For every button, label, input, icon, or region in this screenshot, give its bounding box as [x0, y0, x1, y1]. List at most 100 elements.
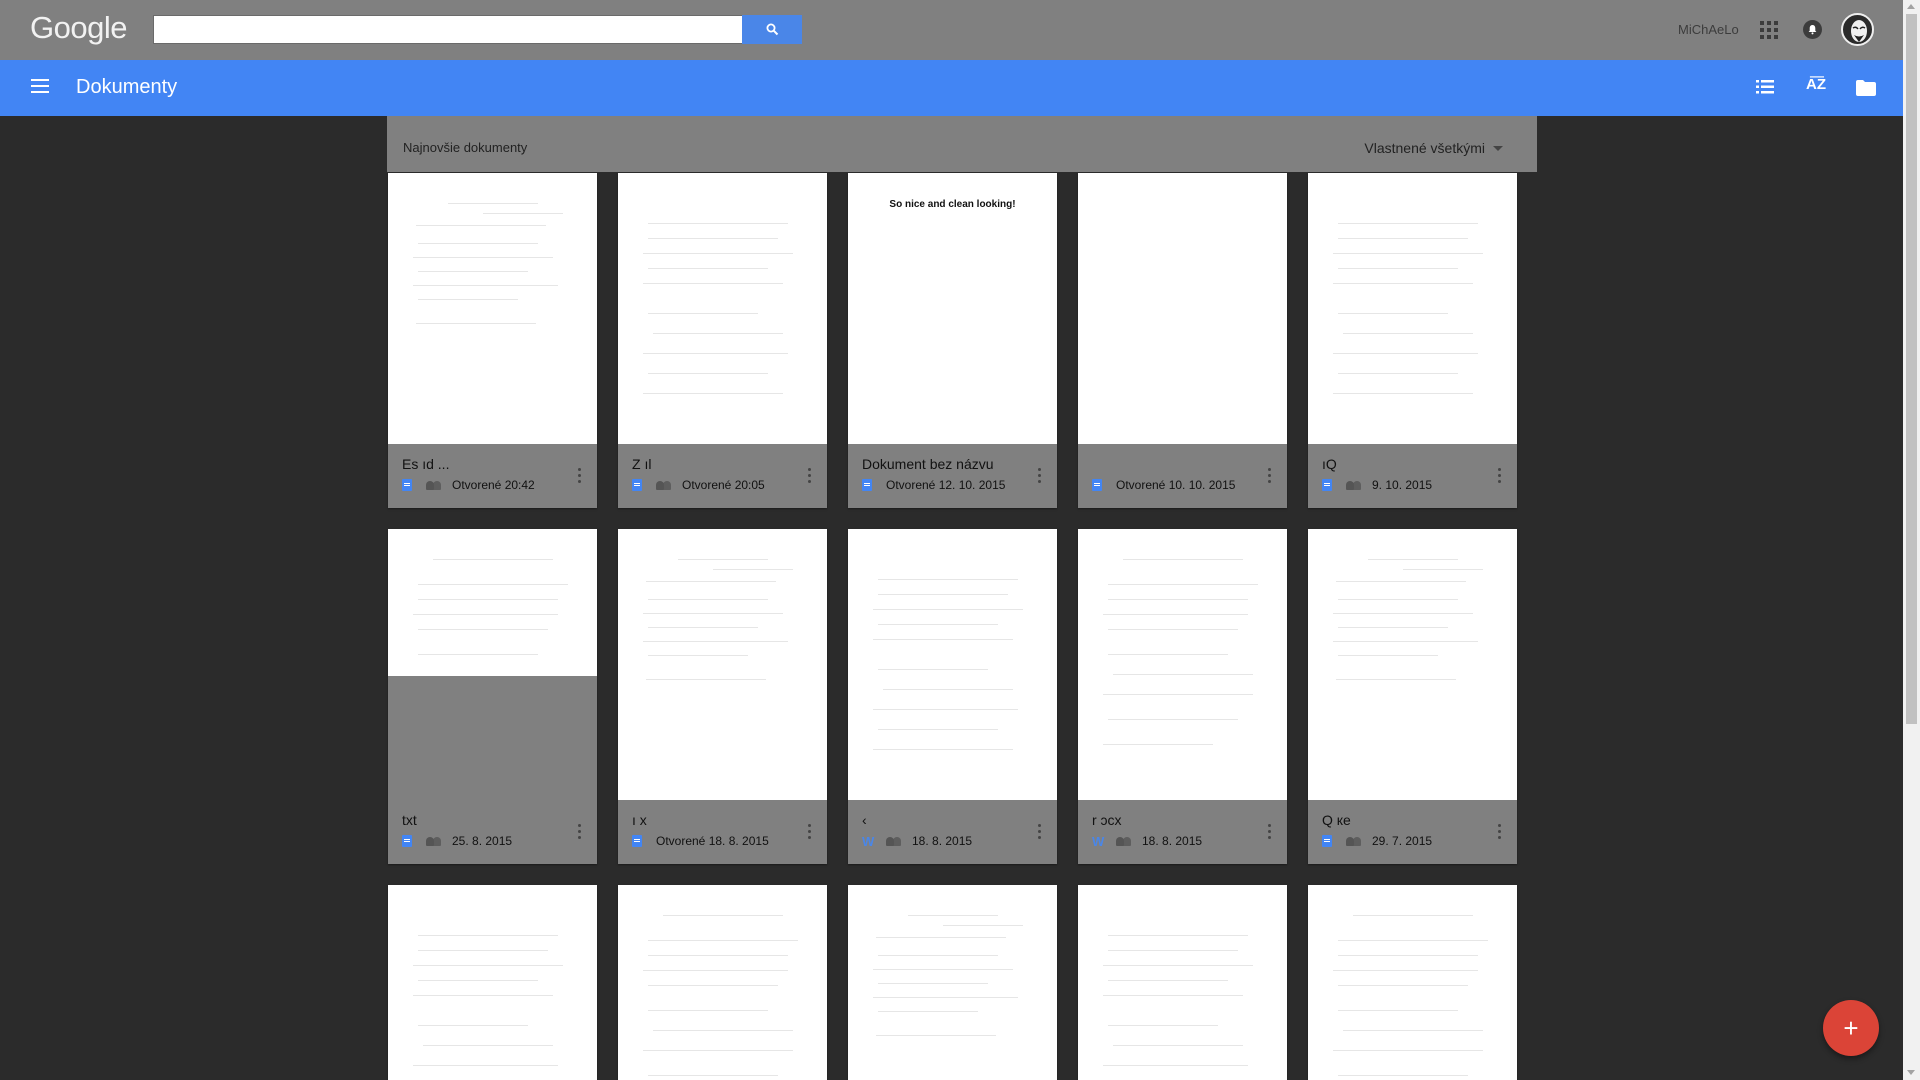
vertical-scrollbar[interactable] — [1903, 0, 1920, 1080]
thumbnail-text-line — [418, 935, 558, 936]
google-logo[interactable]: Google — [30, 10, 127, 46]
document-title[interactable]: txt — [402, 812, 562, 828]
document-card[interactable] — [618, 885, 827, 1080]
document-title[interactable]: ‹ — [862, 812, 1022, 828]
document-thumbnail[interactable] — [618, 529, 827, 800]
thumbnail-text-line — [1403, 569, 1483, 570]
thumbnail-text-line — [1113, 1045, 1243, 1046]
new-document-button[interactable]: + — [1823, 1000, 1879, 1056]
document-thumbnail[interactable] — [848, 885, 1057, 1080]
document-thumbnail[interactable] — [388, 529, 597, 676]
shared-people-icon — [1346, 480, 1362, 490]
document-card[interactable]: txt 25. 8. 2015 — [388, 529, 597, 864]
shared-people-icon — [426, 836, 442, 846]
document-card[interactable]: Q ке 29. 7. 2015 — [1308, 529, 1517, 864]
thumbnail-text-line — [416, 323, 536, 324]
more-options-icon[interactable] — [1268, 824, 1271, 839]
more-options-icon[interactable] — [578, 824, 581, 839]
thumbnail-text-line — [1338, 599, 1458, 600]
thumbnail-text-line — [1108, 1025, 1218, 1026]
owner-filter-dropdown[interactable]: Vlastnené všetkými — [1364, 140, 1503, 156]
thumbnail-text-line — [1333, 970, 1478, 971]
document-title[interactable]: r ɔcx — [1092, 812, 1252, 828]
thumbnail-text-line — [413, 995, 553, 996]
document-card[interactable] — [848, 885, 1057, 1080]
page-title: Dokumenty — [76, 76, 178, 98]
document-title[interactable]: Q ке — [1322, 812, 1482, 828]
search-input[interactable] — [153, 15, 743, 44]
document-card[interactable]: Otvorené 10. 10. 2015 — [1078, 173, 1287, 508]
document-meta: Otvorené 18. 8. 2015 — [632, 834, 769, 848]
document-card[interactable]: So nice and clean looking! Dokument bez n… — [848, 173, 1057, 508]
document-card[interactable]: ıQ 9. 10. 2015 — [1308, 173, 1517, 508]
document-title[interactable]: Dokument bez názvu — [862, 456, 1022, 472]
thumbnail-text-line — [878, 983, 988, 984]
thumbnail-text-line — [873, 969, 1013, 970]
thumbnail-text-line — [1333, 641, 1478, 642]
avatar[interactable] — [1841, 13, 1874, 46]
more-options-icon[interactable] — [808, 468, 811, 483]
document-card[interactable]: Es ıd ... Otvorené 20:42 — [388, 173, 597, 508]
thumbnail-text-line — [1336, 679, 1456, 680]
list-view-icon[interactable] — [1756, 80, 1774, 94]
more-options-icon[interactable] — [1268, 468, 1271, 483]
thumbnail-text-line — [1338, 268, 1458, 269]
scroll-thumb[interactable] — [1906, 14, 1917, 724]
more-options-icon[interactable] — [1498, 824, 1501, 839]
search-button[interactable] — [742, 15, 802, 44]
word-file-icon: W — [1092, 833, 1105, 849]
more-options-icon[interactable] — [1038, 824, 1041, 839]
thumbnail-text-line — [1123, 559, 1243, 560]
thumbnail-text-line — [873, 749, 1013, 750]
thumbnail-text-line — [1338, 1010, 1458, 1011]
document-title[interactable]: ıQ — [1322, 456, 1482, 472]
document-thumbnail[interactable] — [1308, 529, 1517, 800]
document-thumbnail[interactable] — [618, 173, 827, 444]
thumbnail-text-line — [653, 1030, 793, 1031]
hamburger-menu-icon[interactable] — [31, 79, 49, 93]
document-card[interactable]: r ɔcx W 18. 8. 2015 — [1078, 529, 1287, 864]
document-thumbnail[interactable] — [1308, 173, 1517, 444]
document-thumbnail[interactable] — [1078, 885, 1287, 1080]
document-thumbnail[interactable] — [1308, 885, 1517, 1080]
thumbnail-text-line — [1103, 965, 1253, 966]
document-thumbnail[interactable] — [618, 885, 827, 1080]
user-name[interactable]: MiChAeLo — [1678, 22, 1739, 37]
document-thumbnail[interactable]: So nice and clean looking! — [848, 173, 1057, 444]
thumbnail-text-line — [418, 1025, 528, 1026]
caret-down-icon — [1493, 145, 1503, 151]
document-thumbnail[interactable] — [1078, 173, 1287, 444]
document-title[interactable]: Es ıd ... — [402, 456, 562, 472]
sort-az-icon[interactable]: A͞Z — [1806, 76, 1826, 93]
thumbnail-text-line — [648, 985, 778, 986]
more-options-icon[interactable] — [578, 468, 581, 483]
more-options-icon[interactable] — [1498, 468, 1501, 483]
document-date: Otvorené 20:05 — [682, 478, 765, 492]
thumbnail-text-line — [1338, 627, 1448, 628]
thumbnail-text-line — [648, 313, 758, 314]
document-thumbnail[interactable] — [1078, 529, 1287, 800]
thumbnail-text-line — [448, 203, 538, 204]
document-card[interactable] — [1078, 885, 1287, 1080]
document-card[interactable]: ı x Otvorené 18. 8. 2015 — [618, 529, 827, 864]
more-options-icon[interactable] — [808, 824, 811, 839]
document-thumbnail[interactable] — [848, 529, 1057, 800]
document-card[interactable] — [388, 885, 597, 1080]
thumbnail-text-line — [413, 965, 563, 966]
scroll-up-arrow-icon[interactable] — [1907, 4, 1915, 9]
more-options-icon[interactable] — [1038, 468, 1041, 483]
scroll-down-arrow-icon[interactable] — [1907, 1070, 1915, 1075]
thumbnail-text-line — [1333, 613, 1473, 614]
document-title[interactable]: ı x — [632, 812, 792, 828]
document-thumbnail[interactable] — [388, 885, 597, 1080]
notifications-bell-icon[interactable] — [1803, 20, 1822, 39]
document-card[interactable]: ‹ W 18. 8. 2015 — [848, 529, 1057, 864]
document-card[interactable] — [1308, 885, 1517, 1080]
user-avatar-mask-icon — [1851, 20, 1867, 42]
document-card[interactable]: Z ıl Otvorené 20:05 — [618, 173, 827, 508]
thumbnail-text-line — [878, 579, 1018, 580]
document-title[interactable]: Z ıl — [632, 456, 792, 472]
folder-icon[interactable] — [1856, 80, 1876, 96]
document-thumbnail[interactable] — [388, 173, 597, 444]
apps-grid-icon[interactable] — [1760, 21, 1778, 39]
